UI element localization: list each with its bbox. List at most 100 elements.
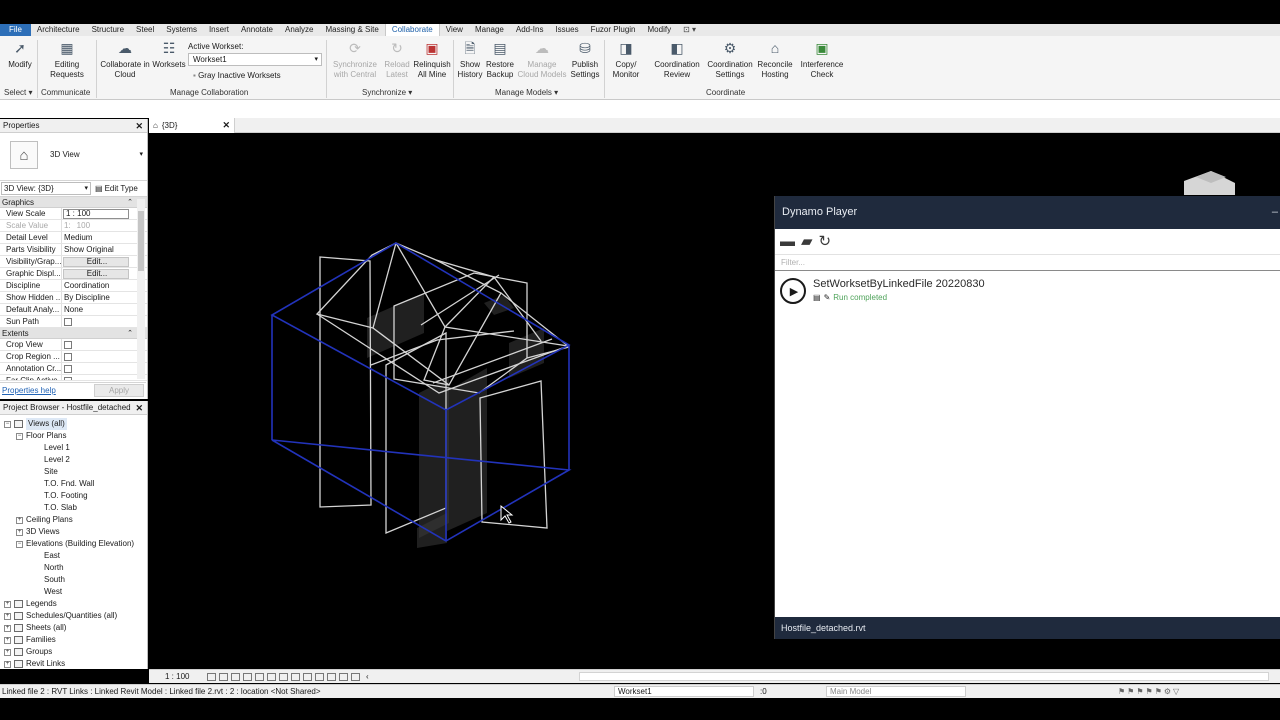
tab-massing-site[interactable]: Massing & Site [319,24,384,36]
expand-toggle-icon[interactable]: + [4,600,11,608]
expand-toggle-icon[interactable]: − [16,540,23,548]
tab-view[interactable]: View [440,24,469,36]
coordination-review-button[interactable]: ◧ Coordination Review [650,38,704,80]
worksharing-display-icon[interactable] [327,672,336,681]
extents-group-header[interactable]: Extents ⌃ [0,328,147,339]
tree-node[interactable]: North [44,562,64,574]
copy-monitor-button[interactable]: ◨ Copy/ Monitor [608,38,644,80]
design-option-dropdown[interactable]: Main Model [826,686,966,697]
tree-node[interactable]: + Legends [4,598,57,610]
publish-settings-button[interactable]: ⛁ Publish Settings [568,38,602,80]
view-scale-button[interactable]: 1 : 100 [165,672,195,681]
tree-node[interactable]: Level 2 [44,454,70,466]
minimize-icon[interactable]: – [1272,196,1278,229]
view-scale-field[interactable]: 1 : 100 [63,209,129,219]
tab-annotate[interactable]: Annotate [235,24,279,36]
restore-backup-button[interactable]: ▤ Restore Backup [485,38,515,80]
expand-toggle-icon[interactable]: + [4,648,11,656]
tree-node[interactable]: + Ceiling Plans [16,514,73,526]
type-selector[interactable]: ⌂ 3D View ▾ [0,133,147,181]
view-tab-3d[interactable]: ⌂ {3D} ✕ [149,118,235,133]
reconcile-hosting-button[interactable]: ⌂ Reconcile Hosting [756,38,794,80]
tab-insert[interactable]: Insert [203,24,235,36]
interference-check-button[interactable]: ▣ Interference Check [798,38,846,80]
checkbox[interactable] [64,365,72,373]
checkbox[interactable] [64,377,72,380]
property-value[interactable]: None [62,304,128,315]
script-info-icon[interactable]: ▤ [813,293,821,302]
chevron-left-icon[interactable]: ‹ [366,672,369,681]
manage-models-panel-title[interactable]: Manage Models ▾ [495,88,558,97]
expand-toggle-icon[interactable]: + [4,624,11,632]
tree-node[interactable]: +3D Views [16,526,60,538]
manage-cloud-models-button[interactable]: ☁ Manage Cloud Models [517,38,567,80]
sun-path-icon[interactable] [231,672,240,681]
sun-path-checkbox[interactable] [64,318,72,326]
render-icon[interactable] [255,672,264,681]
edit-button[interactable]: Edit... [63,269,129,279]
properties-help-link[interactable]: Properties help [2,386,56,395]
tab-steel[interactable]: Steel [130,24,160,36]
properties-scrollbar[interactable] [137,199,145,379]
close-icon[interactable]: ✕ [135,119,143,133]
tree-node[interactable]: + Revit Links [4,658,65,670]
tab-add-ins[interactable]: Add-Ins [510,24,550,36]
tab-analyze[interactable]: Analyze [279,24,319,36]
property-value[interactable]: Coordination [62,280,128,291]
expand-toggle-icon[interactable]: + [16,516,23,524]
close-icon[interactable]: ✕ [135,401,143,415]
tree-node[interactable]: Site [44,466,58,478]
gray-inactive-worksets-button[interactable]: ▪ Gray Inactive Worksets [193,71,281,80]
tree-node[interactable]: + Schedules/Quantities (all) [4,610,117,622]
expand-toggle-icon[interactable]: − [16,432,23,440]
edit-button[interactable]: Edit... [63,257,129,267]
analytical-model-icon[interactable] [339,672,348,681]
show-crop-icon[interactable] [279,672,288,681]
coordination-settings-button[interactable]: ⚙ Coordination Settings [704,38,756,80]
status-workset-dropdown[interactable]: Workset1 [614,686,754,697]
tree-node[interactable]: + Sheets (all) [4,622,66,634]
tree-node[interactable]: − Elevations (Building Elevation) [16,538,134,550]
edit-type-button[interactable]: ▤ Edit Type [95,184,138,193]
checkbox[interactable] [64,353,72,361]
highlight-displacement-icon[interactable] [351,672,360,681]
tab-architecture[interactable]: Architecture [31,24,86,36]
play-icon[interactable]: ▶ [780,278,806,304]
tab-systems[interactable]: Systems [160,24,203,36]
dynamo-filter-input[interactable]: Filter... [775,255,1280,271]
pencil-icon[interactable]: ✎ [824,293,831,302]
refresh-icon[interactable]: ↻ [819,233,832,251]
collaborate-in-cloud-button[interactable]: ☁ Collaborate in Cloud [98,38,152,80]
reload-latest-button[interactable]: ↻ Reload Latest [382,38,412,80]
shadows-icon[interactable] [243,672,252,681]
quick-context-icon[interactable]: ⊡ ▾ [677,24,702,36]
graphics-group-header[interactable]: Graphics ⌃ [0,197,147,208]
crop-view-icon[interactable] [267,672,276,681]
tree-node[interactable]: T.O. Slab [44,502,77,514]
property-value[interactable] [62,316,128,327]
expand-toggle-icon[interactable]: + [4,612,11,620]
tab-file[interactable]: File [0,24,31,36]
tab-manage[interactable]: Manage [469,24,510,36]
selection-filter-icons[interactable]: ⚑⚑⚑⚑⚑⚙▽ [1118,685,1181,698]
tab-fuzor-plugin[interactable]: Fuzor Plugin [585,24,642,36]
property-value[interactable]: Show Original [62,244,128,255]
reveal-hidden-icon[interactable] [315,672,324,681]
select-panel-title[interactable]: Select ▾ [4,88,32,97]
tree-node[interactable]: − Floor Plans [16,430,66,442]
synchronize-with-central-button[interactable]: ⟳ Synchronize with Central [330,38,380,80]
synchronize-panel-title[interactable]: Synchronize ▾ [362,88,412,97]
scrollbar-thumb[interactable] [138,211,144,271]
expand-toggle-icon[interactable]: + [4,660,11,668]
checkbox[interactable] [64,341,72,349]
property-value[interactable]: Medium [62,232,128,243]
editing-requests-button[interactable]: ▦ Editing Requests [48,38,86,80]
tree-node[interactable]: T.O. Fnd. Wall [44,478,94,490]
view-instance-dropdown[interactable]: 3D View: {3D} ▾ [1,182,91,195]
tree-node[interactable]: + Groups [4,646,52,658]
close-icon[interactable]: ✕ [222,120,230,131]
dynamo-title-bar[interactable]: Dynamo Player – [775,196,1280,229]
tab-modify[interactable]: Modify [642,24,678,36]
property-value[interactable]: By Discipline [62,292,128,303]
worksets-button[interactable]: ☷ Worksets [152,38,186,70]
